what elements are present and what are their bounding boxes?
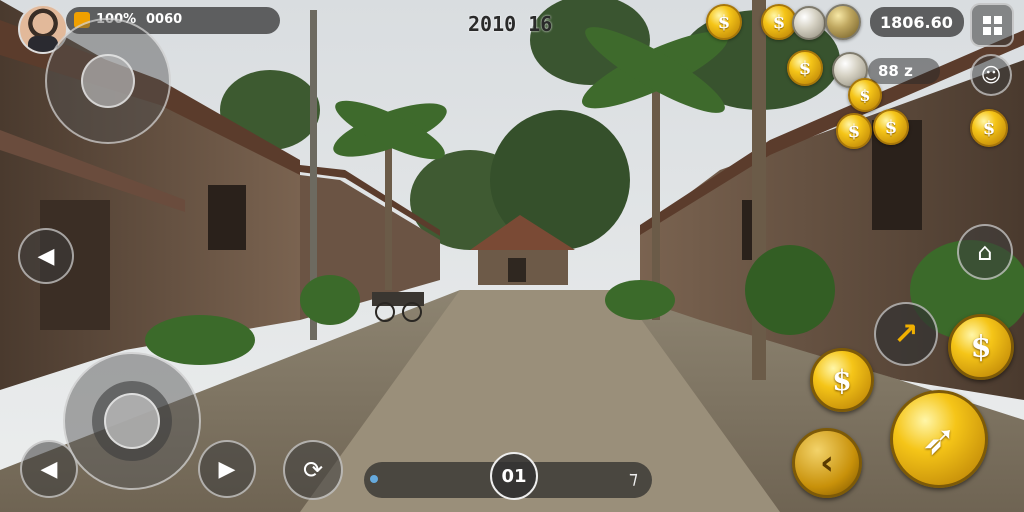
action-counter-button[interactable]: 01 [490,452,538,500]
coin-icon: $ [970,329,992,365]
move-right-button[interactable]: ▶ [198,440,256,498]
timer-text: 2010 16 [468,12,553,36]
camera-joystick[interactable] [45,18,171,144]
coin: $ [970,109,1008,147]
movement-joystick[interactable] [63,352,201,490]
menu-button[interactable] [970,3,1014,47]
coin-action-button[interactable]: $ [948,314,1014,380]
right-arrow-icon: ▶ [218,456,236,482]
coin: $ [873,109,909,145]
coin-icon: $ [832,363,852,397]
score-display: 1806.60 [870,7,964,37]
face-icon: ☺ [980,63,1002,87]
coin: $ [836,113,872,149]
up-arrow-icon: ⌂ [977,238,993,266]
attack-icon: ➶ [921,414,957,464]
attack-button[interactable]: ➶ [890,390,988,488]
multiplier-display: 88 z [868,58,940,84]
back-icon: ‹ [819,443,834,483]
status-dot-icon [370,475,378,483]
movement-joystick-knob[interactable] [92,381,172,461]
left-button[interactable]: ◀ [18,228,74,284]
camera-joystick-knob[interactable] [81,54,135,108]
refresh-button[interactable]: ⟳ [283,440,343,500]
coin-silver [825,4,861,40]
left-arrow-icon: ◀ [40,456,58,482]
jump-icon: ↗ [893,316,919,352]
jump-button[interactable]: ↗ [874,302,938,366]
emote-button[interactable]: ☺ [970,54,1012,96]
feather-icon: ⁊ [629,468,638,489]
grid-menu-icon [982,15,1002,35]
coin-collect-button[interactable]: $ [810,348,874,412]
refresh-icon: ⟳ [302,456,324,484]
currency-value: 0060 [146,12,183,27]
back-button[interactable]: ‹ [792,428,862,498]
up-button[interactable]: ⌂ [957,224,1013,280]
coin: $ [706,4,742,40]
left-arrow-icon: ◀ [37,243,55,269]
multiplier-value: 88 z [878,62,913,80]
score-value: 1806.60 [880,13,953,32]
coin-silver [792,6,826,40]
move-left-button[interactable]: ◀ [20,440,78,498]
action-counter: 01 [501,465,527,487]
coin: $ [787,50,823,86]
